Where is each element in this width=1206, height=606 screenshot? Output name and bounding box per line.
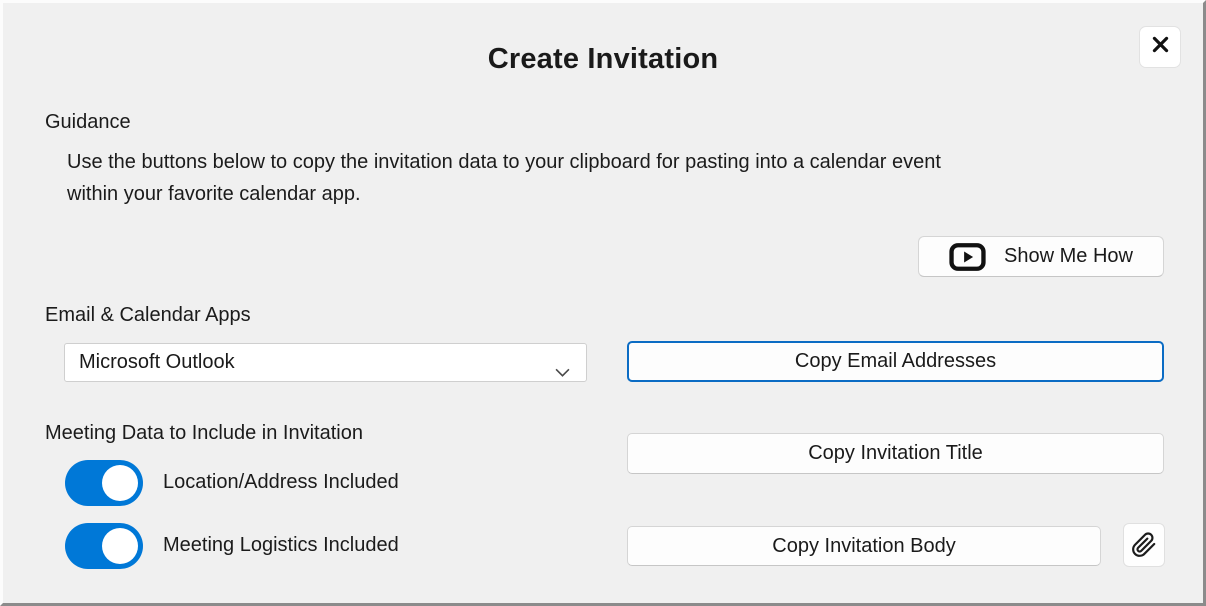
toggle-knob [102, 528, 138, 564]
attachment-button[interactable] [1123, 523, 1165, 567]
location-address-toggle[interactable] [65, 460, 143, 506]
video-play-icon [949, 243, 986, 271]
meeting-logistics-toggle[interactable] [65, 523, 143, 569]
close-button[interactable] [1139, 26, 1181, 68]
dialog-title: Create Invitation [3, 43, 1203, 76]
location-address-toggle-label: Location/Address Included [163, 471, 399, 494]
create-invitation-dialog: Create Invitation Guidance Use the butto… [0, 0, 1206, 606]
email-app-selected-value: Microsoft Outlook [79, 351, 235, 374]
guidance-text: Use the buttons below to copy the invita… [67, 146, 941, 210]
guidance-label: Guidance [45, 111, 131, 134]
meeting-data-label: Meeting Data to Include in Invitation [45, 422, 363, 445]
show-me-how-button[interactable]: Show Me How [918, 236, 1164, 277]
chevron-down-icon [555, 360, 570, 383]
copy-invitation-body-button[interactable]: Copy Invitation Body [627, 526, 1101, 566]
email-apps-label: Email & Calendar Apps [45, 304, 251, 327]
guidance-line-2: within your favorite calendar app. [67, 178, 941, 210]
copy-invitation-title-button[interactable]: Copy Invitation Title [627, 433, 1164, 474]
copy-email-addresses-button[interactable]: Copy Email Addresses [627, 341, 1164, 382]
paperclip-icon [1131, 532, 1157, 558]
close-icon [1152, 36, 1169, 58]
guidance-line-1: Use the buttons below to copy the invita… [67, 146, 941, 178]
toggle-knob [102, 465, 138, 501]
show-me-how-label: Show Me How [1004, 245, 1133, 268]
meeting-logistics-toggle-label: Meeting Logistics Included [163, 534, 399, 557]
email-app-select[interactable]: Microsoft Outlook [64, 343, 587, 382]
